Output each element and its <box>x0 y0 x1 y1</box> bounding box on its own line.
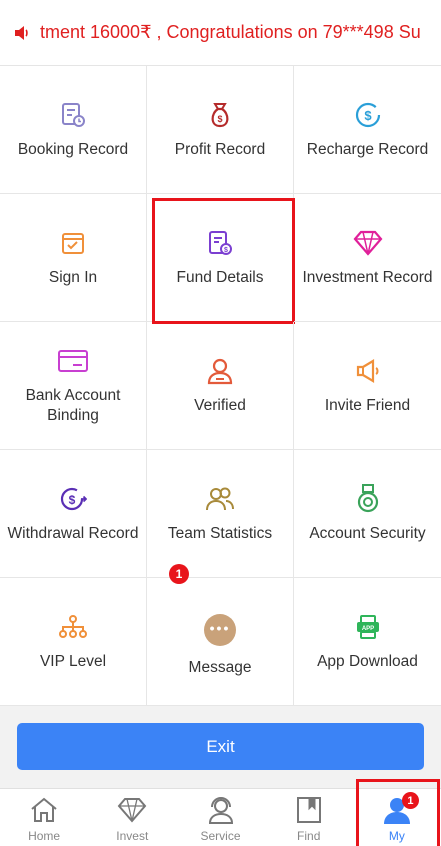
menu-label: Booking Record <box>17 140 129 158</box>
menu-label: Fund Details <box>176 268 264 286</box>
home-icon <box>29 795 59 825</box>
my-badge: 1 <box>401 792 419 809</box>
svg-text:$: $ <box>224 247 228 254</box>
menu-label: Investment Record <box>302 268 433 286</box>
menu-bank-account-binding[interactable]: Bank Account Binding <box>0 322 147 450</box>
menu-invite-friend[interactable]: Invite Friend <box>294 322 441 450</box>
menu-vip-level[interactable]: VIP Level <box>0 578 147 706</box>
tab-home[interactable]: Home <box>0 789 88 846</box>
withdrawal-icon: $ <box>58 484 88 514</box>
diamond-outline-icon <box>117 795 147 825</box>
menu-recharge-record[interactable]: $ Recharge Record <box>294 66 441 194</box>
menu-fund-details[interactable]: $ Fund Details <box>147 194 295 324</box>
diamond-icon <box>353 228 383 258</box>
exit-button[interactable]: Exit <box>17 723 424 770</box>
calendar-check-icon <box>58 228 88 258</box>
menu-label: Message <box>188 658 252 676</box>
menu-booking-record[interactable]: Booking Record <box>0 66 147 194</box>
chat-bubble-icon: ••• 1 <box>169 564 236 646</box>
tab-label: Invest <box>116 829 149 843</box>
menu-label: Account Security <box>309 524 426 542</box>
recharge-icon: $ <box>353 100 383 130</box>
menu-label: Sign In <box>48 268 98 286</box>
notice-text: tment 16000₹ , Congratulations on 79***4… <box>40 22 421 42</box>
ellipsis-icon: ••• <box>209 619 231 636</box>
menu-withdrawal-record[interactable]: $ Withdrawal Record <box>0 450 147 578</box>
menu-label: VIP Level <box>39 652 107 670</box>
svg-text:$: $ <box>217 114 222 124</box>
menu-sign-in[interactable]: Sign In <box>0 194 147 322</box>
tab-service[interactable]: Service <box>176 789 264 846</box>
bottom-tab-bar: Home Invest Service Find 1 My <box>0 779 441 846</box>
menu-team-statistics[interactable]: Team Statistics <box>147 450 294 578</box>
tab-find[interactable]: Find <box>265 789 353 846</box>
menu-grid: Booking Record $ Profit Record $ Recharg… <box>0 66 441 706</box>
speaker-icon <box>15 25 28 40</box>
menu-label: Withdrawal Record <box>7 524 139 542</box>
svg-text:$: $ <box>364 108 372 123</box>
menu-label: Bank Account Binding <box>25 386 121 424</box>
notice-bar: tment 16000₹ , Congratulations on 79***4… <box>0 0 441 66</box>
team-icon <box>205 484 235 514</box>
message-avatar: ••• <box>204 613 236 646</box>
user-verified-icon <box>205 356 235 386</box>
app-download-icon: APP <box>353 612 383 642</box>
medal-security-icon <box>353 483 383 514</box>
menu-investment-record[interactable]: Investment Record <box>294 194 441 322</box>
message-badge: 1 <box>169 564 189 584</box>
menu-profit-record[interactable]: $ Profit Record <box>147 66 294 194</box>
menu-label: Recharge Record <box>306 140 429 158</box>
user-icon: 1 <box>382 792 419 825</box>
svg-text:$: $ <box>69 493 76 507</box>
bank-card-icon <box>58 346 88 376</box>
tab-my[interactable]: 1 My <box>353 779 441 846</box>
menu-label: Verified <box>194 396 246 414</box>
menu-label: Profit Record <box>174 140 266 158</box>
tab-invest[interactable]: Invest <box>88 789 176 846</box>
menu-label: Invite Friend <box>324 396 411 414</box>
menu-account-security[interactable]: Account Security <box>294 450 441 578</box>
headset-icon <box>206 795 236 825</box>
fund-details-icon: $ <box>205 228 235 258</box>
money-bag-icon: $ <box>205 100 235 130</box>
tab-label: Find <box>297 829 321 843</box>
tab-label: Home <box>28 829 61 843</box>
megaphone-icon <box>353 356 383 386</box>
tab-label: My <box>388 829 405 843</box>
booking-record-icon <box>58 100 88 130</box>
menu-label: App Download <box>317 652 418 670</box>
tab-label: Service <box>200 829 241 843</box>
hierarchy-icon <box>58 612 88 642</box>
menu-message[interactable]: ••• 1 Message <box>147 564 294 706</box>
menu-app-download[interactable]: APP App Download <box>294 578 441 706</box>
bookmark-icon <box>294 795 324 825</box>
menu-verified[interactable]: Verified <box>147 322 294 450</box>
menu-label: Team Statistics <box>167 524 273 542</box>
